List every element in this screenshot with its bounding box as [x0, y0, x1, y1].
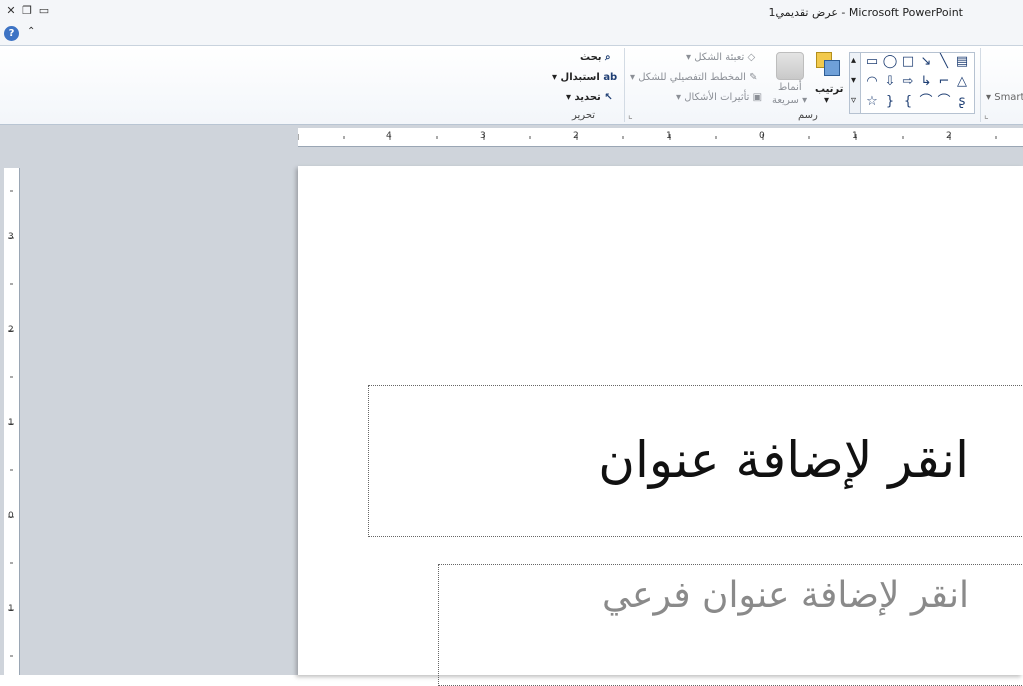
window-title: عرض تقديمي1 - Microsoft PowerPoint — [768, 6, 963, 19]
replace-button[interactable]: ab استبدال ▾ — [552, 72, 617, 83]
pen-icon: ✎ — [749, 72, 758, 83]
dropdown-arrow-icon: ▾ — [630, 72, 636, 83]
scroll-up-icon[interactable]: ▴ — [851, 55, 856, 66]
elbow-connector-icon[interactable]: ↳ — [918, 74, 934, 90]
shape-outline-button[interactable]: ✎ المخطط التفصيلي للشكل ▾ — [630, 72, 758, 83]
title-placeholder[interactable]: انقر لإضافة عنوان — [368, 385, 1023, 537]
ruler-number: 2 — [946, 131, 952, 141]
ruler-number: 1 — [852, 131, 858, 141]
dialog-launcher-icon[interactable]: ⌞ — [628, 110, 633, 121]
editing-group: ⌕ بحث ab استبدال ▾ ↖ تحديد ▾ تحرير — [546, 48, 624, 122]
title-placeholder-text: انقر لإضافة عنوان — [598, 431, 969, 489]
left-brace-icon[interactable]: { — [900, 94, 916, 110]
ruler-number: 1 — [8, 418, 14, 428]
more-shapes-icon[interactable]: ▿ — [851, 95, 856, 106]
paint-bucket-icon: ◇ — [747, 52, 756, 63]
help-icon[interactable]: ? — [4, 26, 19, 41]
group-separator — [624, 48, 625, 122]
minimize-icon[interactable]: ▭ — [37, 4, 51, 18]
drawing-group-label: رسم — [798, 110, 818, 121]
ruler-number: 2 — [573, 131, 579, 141]
dialog-launcher-icon[interactable]: ⌞ — [984, 110, 989, 121]
ruler-number: 1 — [8, 604, 14, 614]
triangle-icon[interactable]: △ — [954, 74, 970, 90]
dropdown-arrow-icon: ▾ — [802, 95, 808, 106]
right-arrow-icon[interactable]: ⇨ — [900, 74, 916, 90]
ruler-ticks — [298, 134, 997, 140]
scribble-icon[interactable]: ʂ — [954, 94, 970, 110]
cursor-icon: ↖ — [604, 92, 613, 103]
arc-icon[interactable]: ⌒ — [918, 94, 934, 110]
subtitle-placeholder[interactable]: انقر لإضافة عنوان فرعي — [438, 564, 1023, 686]
ruler-number: 0 — [8, 511, 14, 521]
ruler-number: 2 — [8, 325, 14, 335]
dropdown-arrow-icon: ▾ — [552, 72, 558, 83]
quick-styles-button[interactable]: أنماط ▾ سريعة — [772, 50, 808, 110]
star-icon[interactable]: ☆ — [864, 94, 880, 110]
curve-icon[interactable]: ⌒ — [936, 94, 952, 110]
dropdown-arrow-icon: ▾ — [686, 52, 692, 63]
group-separator — [980, 48, 981, 122]
ruler-number: 3 — [8, 232, 14, 242]
arrange-button[interactable]: ترتيب ▾ — [812, 50, 846, 110]
shapes-gallery[interactable]: ▴ ▾ ▿ ▭ ◯ □ ↘ ╲ ▤ ◠ ⇩ ⇨ ↳ ⌐ △ ☆ } { ⌒ ⌒ … — [849, 52, 975, 114]
shape-effects-button[interactable]: ▣ تأثيرات الأشكال ▾ — [676, 92, 762, 103]
right-brace-icon[interactable]: } — [882, 94, 898, 110]
restore-icon[interactable]: ❐ — [20, 4, 34, 18]
dropdown-arrow-icon: ▾ — [986, 92, 992, 103]
elbow-connector-icon[interactable]: ⌐ — [936, 74, 952, 90]
ribbon: ⌕ بحث ab استبدال ▾ ↖ تحديد ▾ تحرير ◇ تعب… — [0, 46, 1023, 125]
dropdown-arrow-icon: ▾ — [676, 92, 682, 103]
dropdown-arrow-icon: ▾ — [566, 92, 572, 103]
ruler-number: 0 — [759, 131, 765, 141]
ruler-number: 4 — [386, 131, 392, 141]
help-row: ? ⌃ — [0, 24, 1023, 46]
line-icon[interactable]: ╲ — [936, 54, 952, 70]
dropdown-arrow-icon: ▾ — [824, 95, 830, 106]
vertical-ruler[interactable]: 3 2 1 0 1 — [4, 168, 20, 675]
horizontal-ruler[interactable]: 4 3 2 1 0 1 2 — [298, 128, 1023, 147]
editing-group-label: تحرير — [572, 110, 596, 121]
down-arrow-icon[interactable]: ⇩ — [882, 74, 898, 90]
select-button[interactable]: ↖ تحديد ▾ — [566, 92, 613, 103]
close-icon[interactable]: ✕ — [4, 4, 18, 18]
effects-icon: ▣ — [752, 92, 763, 103]
arrow-line-icon[interactable]: ↘ — [918, 54, 934, 70]
replace-icon: ab — [603, 72, 618, 83]
text-box-icon[interactable]: ▤ — [954, 54, 970, 70]
rounded-rectangle-icon[interactable]: ▭ — [864, 54, 880, 70]
collapse-ribbon-icon[interactable]: ⌃ — [27, 26, 35, 37]
smartart-button-partial[interactable]: ▾ Smart — [986, 92, 1023, 103]
shape-fill-button[interactable]: ◇ تعبئة الشكل ▾ — [686, 52, 755, 63]
slide-canvas[interactable]: انقر لإضافة عنوان انقر لإضافة عنوان فرعي — [298, 166, 1023, 686]
ruler-number: 3 — [480, 131, 486, 141]
rectangle-icon[interactable]: □ — [900, 54, 916, 70]
scroll-down-icon[interactable]: ▾ — [851, 75, 856, 86]
find-button[interactable]: ⌕ بحث — [580, 52, 611, 63]
gallery-scroll[interactable]: ▴ ▾ ▿ — [850, 53, 861, 113]
subtitle-placeholder-text: انقر لإضافة عنوان فرعي — [602, 575, 969, 616]
ruler-number: 1 — [666, 131, 672, 141]
quick-styles-icon — [776, 52, 804, 80]
title-bar: ✕ ❐ ▭ عرض تقديمي1 - Microsoft PowerPoint — [0, 0, 1023, 25]
freeform-icon[interactable]: ◠ — [864, 74, 880, 90]
oval-icon[interactable]: ◯ — [882, 54, 898, 70]
binoculars-icon: ⌕ — [605, 52, 611, 63]
